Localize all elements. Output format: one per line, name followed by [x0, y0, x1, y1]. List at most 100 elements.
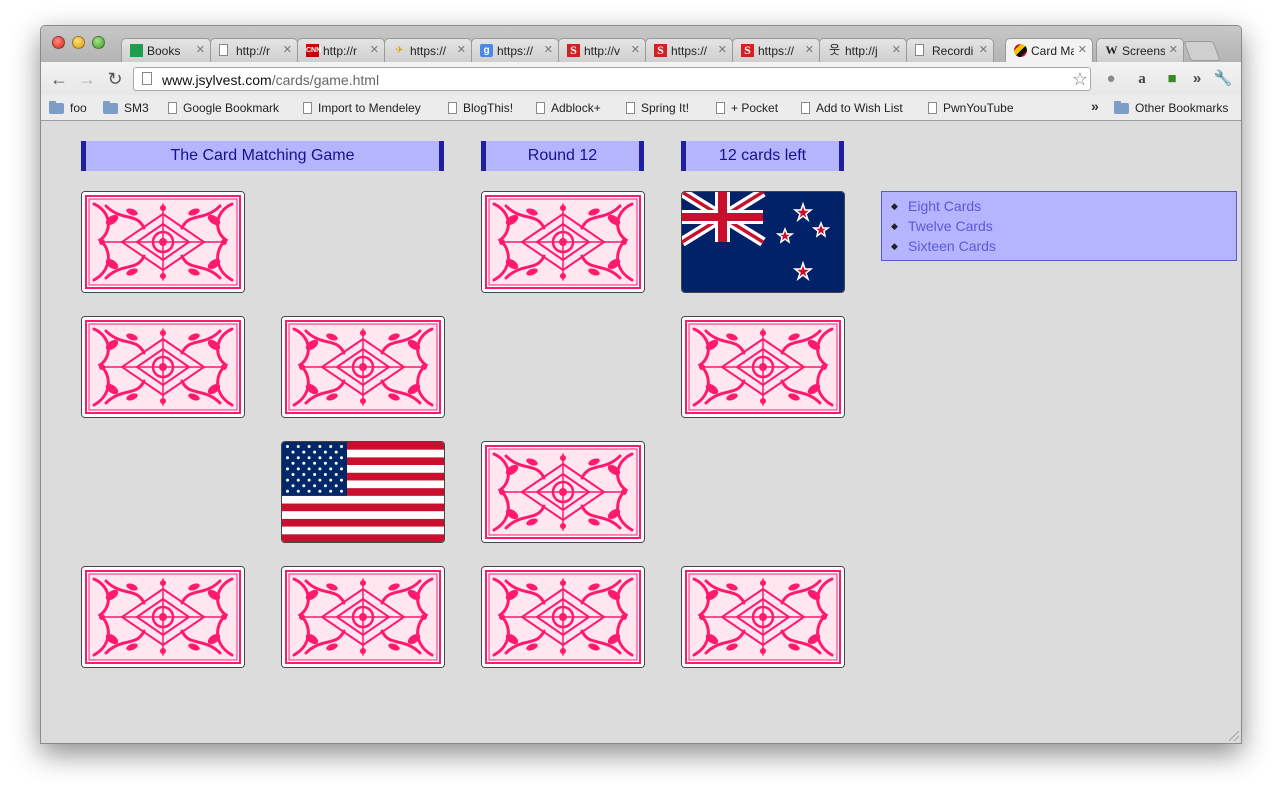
tab-http-j[interactable]: 웃 http://j ✕ — [819, 38, 907, 62]
window-minimize-button[interactable] — [72, 36, 85, 49]
tab-recording[interactable]: Recordi ✕ — [906, 38, 994, 62]
s-icon: S — [741, 44, 754, 57]
bookmark-star-icon[interactable]: ☆ — [1072, 69, 1088, 89]
address-bar[interactable]: www.jsylvest.com/cards/game.html ☆ — [133, 67, 1091, 91]
globe-icon[interactable]: ● — [1101, 69, 1121, 89]
bookmark-pocket[interactable]: + Pocket — [716, 100, 778, 116]
window-close-button[interactable] — [52, 36, 65, 49]
bookmark-folder-foo[interactable]: foo — [49, 100, 87, 116]
page-icon — [801, 102, 810, 114]
tab-label: https:// — [410, 44, 447, 58]
bookmark-label: foo — [70, 101, 87, 115]
close-icon[interactable]: ✕ — [544, 43, 553, 57]
card-back[interactable] — [481, 441, 645, 543]
page-icon — [448, 102, 457, 114]
bookmark-label: PwnYouTube — [943, 101, 1014, 115]
close-icon[interactable]: ✕ — [718, 43, 727, 57]
forward-arrow-icon[interactable]: → — [76, 68, 98, 90]
card-back[interactable] — [81, 566, 245, 668]
close-icon[interactable]: ✕ — [196, 43, 205, 57]
tab-label: Recordi — [932, 44, 974, 58]
card-back[interactable] — [81, 191, 245, 293]
us-flag-icon — [282, 442, 444, 542]
tab-label: https:// — [671, 44, 708, 58]
page-icon — [219, 44, 228, 56]
menu-item-sixteen-cards[interactable]: ◆ Sixteen Cards — [891, 236, 1236, 256]
bookmark-wish-list[interactable]: Add to Wish List — [801, 100, 903, 116]
page-icon — [142, 72, 152, 85]
tab-http-r-1[interactable]: http://r ✕ — [210, 38, 298, 62]
tab-label: Card Ma — [1031, 44, 1074, 58]
address-url[interactable]: www.jsylvest.com/cards/game.html — [162, 72, 379, 88]
card-back[interactable] — [681, 316, 845, 418]
tab-https-4[interactable]: S https:// ✕ — [732, 38, 820, 62]
bookmark-label: + Pocket — [731, 101, 779, 115]
tab-https-2[interactable]: g https:// ✕ — [471, 38, 559, 62]
page-icon — [716, 102, 725, 114]
amazon-icon[interactable]: a — [1132, 69, 1152, 89]
card-new-zealand-flag[interactable] — [681, 191, 845, 293]
bookmark-google[interactable]: Google Bookmark — [168, 100, 279, 116]
back-arrow-icon[interactable]: ← — [48, 68, 70, 90]
bookmark-pwnyoutube[interactable]: PwnYouTube — [928, 100, 1014, 116]
bullet-icon: ◆ — [891, 221, 898, 231]
close-icon[interactable]: ✕ — [1169, 43, 1178, 57]
tab-label: http://r — [323, 44, 358, 58]
tab-https-1[interactable]: ✈ https:// ✕ — [384, 38, 472, 62]
card-back[interactable] — [81, 316, 245, 418]
bird-icon: ✈ — [395, 45, 404, 56]
close-icon[interactable]: ✕ — [892, 43, 901, 57]
page-icon — [168, 102, 177, 114]
s-icon: S — [567, 44, 580, 57]
bookmark-adblock[interactable]: Adblock+ — [536, 100, 601, 116]
bookmarks-overflow-icon[interactable]: » — [1091, 98, 1099, 114]
tab-label: Screens — [1122, 44, 1165, 58]
close-icon[interactable]: ✕ — [631, 43, 640, 57]
bookmark-blogthis[interactable]: BlogThis! — [448, 100, 513, 116]
evernote-icon[interactable]: ■ — [1162, 69, 1182, 89]
bookmarks-bar: foo SM3 Google Bookmark Import to Mendel… — [41, 95, 1241, 121]
card-back[interactable] — [481, 191, 645, 293]
bookmark-label: Google Bookmark — [183, 101, 280, 115]
bookmark-label: Spring It! — [641, 101, 690, 115]
tab-http-r-2[interactable]: CNN http://r ✕ — [297, 38, 385, 62]
resize-grip[interactable] — [1229, 731, 1239, 741]
card-us-flag[interactable] — [281, 441, 445, 543]
tab-screens[interactable]: W Screens ✕ — [1096, 38, 1184, 62]
menu-item-twelve-cards[interactable]: ◆ Twelve Cards — [891, 216, 1236, 236]
tab-books[interactable]: Books ✕ — [121, 38, 211, 62]
other-bookmarks[interactable]: Other Bookmarks — [1114, 100, 1228, 116]
folder-icon — [103, 101, 118, 114]
reload-icon[interactable]: ↻ — [104, 68, 126, 90]
close-icon[interactable]: ✕ — [979, 43, 988, 57]
close-icon[interactable]: ✕ — [283, 43, 292, 57]
bookmark-label: BlogThis! — [463, 101, 514, 115]
toolbar: ← → ↻ www.jsylvest.com/cards/game.html ☆… — [41, 62, 1241, 96]
person-icon: 웃 — [828, 43, 841, 57]
card-back[interactable] — [681, 566, 845, 668]
tab-https-3[interactable]: S https:// ✕ — [645, 38, 733, 62]
close-icon[interactable]: ✕ — [457, 43, 466, 57]
bookmark-mendeley[interactable]: Import to Mendeley — [303, 100, 421, 116]
tab-strip: Books ✕ http://r ✕ CNN http://r ✕ ✈ http… — [41, 26, 1241, 62]
menu-item-label: Twelve Cards — [908, 218, 993, 234]
bookmark-label: SM3 — [124, 101, 149, 115]
bookmark-folder-sm3[interactable]: SM3 — [103, 100, 149, 116]
wrench-icon[interactable]: 🔧 — [1213, 69, 1233, 89]
extensions-overflow-icon[interactable]: » — [1187, 69, 1207, 89]
new-tab-button[interactable] — [1183, 41, 1221, 61]
bookmark-spring-it[interactable]: Spring It! — [626, 100, 689, 116]
close-icon[interactable]: ✕ — [805, 43, 814, 57]
tab-card-matching[interactable]: Card Ma ✕ — [1005, 38, 1093, 62]
bookmark-label: Adblock+ — [551, 101, 601, 115]
card-back[interactable] — [481, 566, 645, 668]
menu-item-eight-cards[interactable]: ◆ Eight Cards — [891, 196, 1236, 216]
bookmark-label: Add to Wish List — [816, 101, 903, 115]
close-icon[interactable]: ✕ — [1078, 43, 1087, 57]
tab-http-v[interactable]: S http://v ✕ — [558, 38, 646, 62]
window-zoom-button[interactable] — [92, 36, 105, 49]
tab-label: http://v — [584, 44, 621, 58]
card-back[interactable] — [281, 316, 445, 418]
close-icon[interactable]: ✕ — [370, 43, 379, 57]
card-back[interactable] — [281, 566, 445, 668]
